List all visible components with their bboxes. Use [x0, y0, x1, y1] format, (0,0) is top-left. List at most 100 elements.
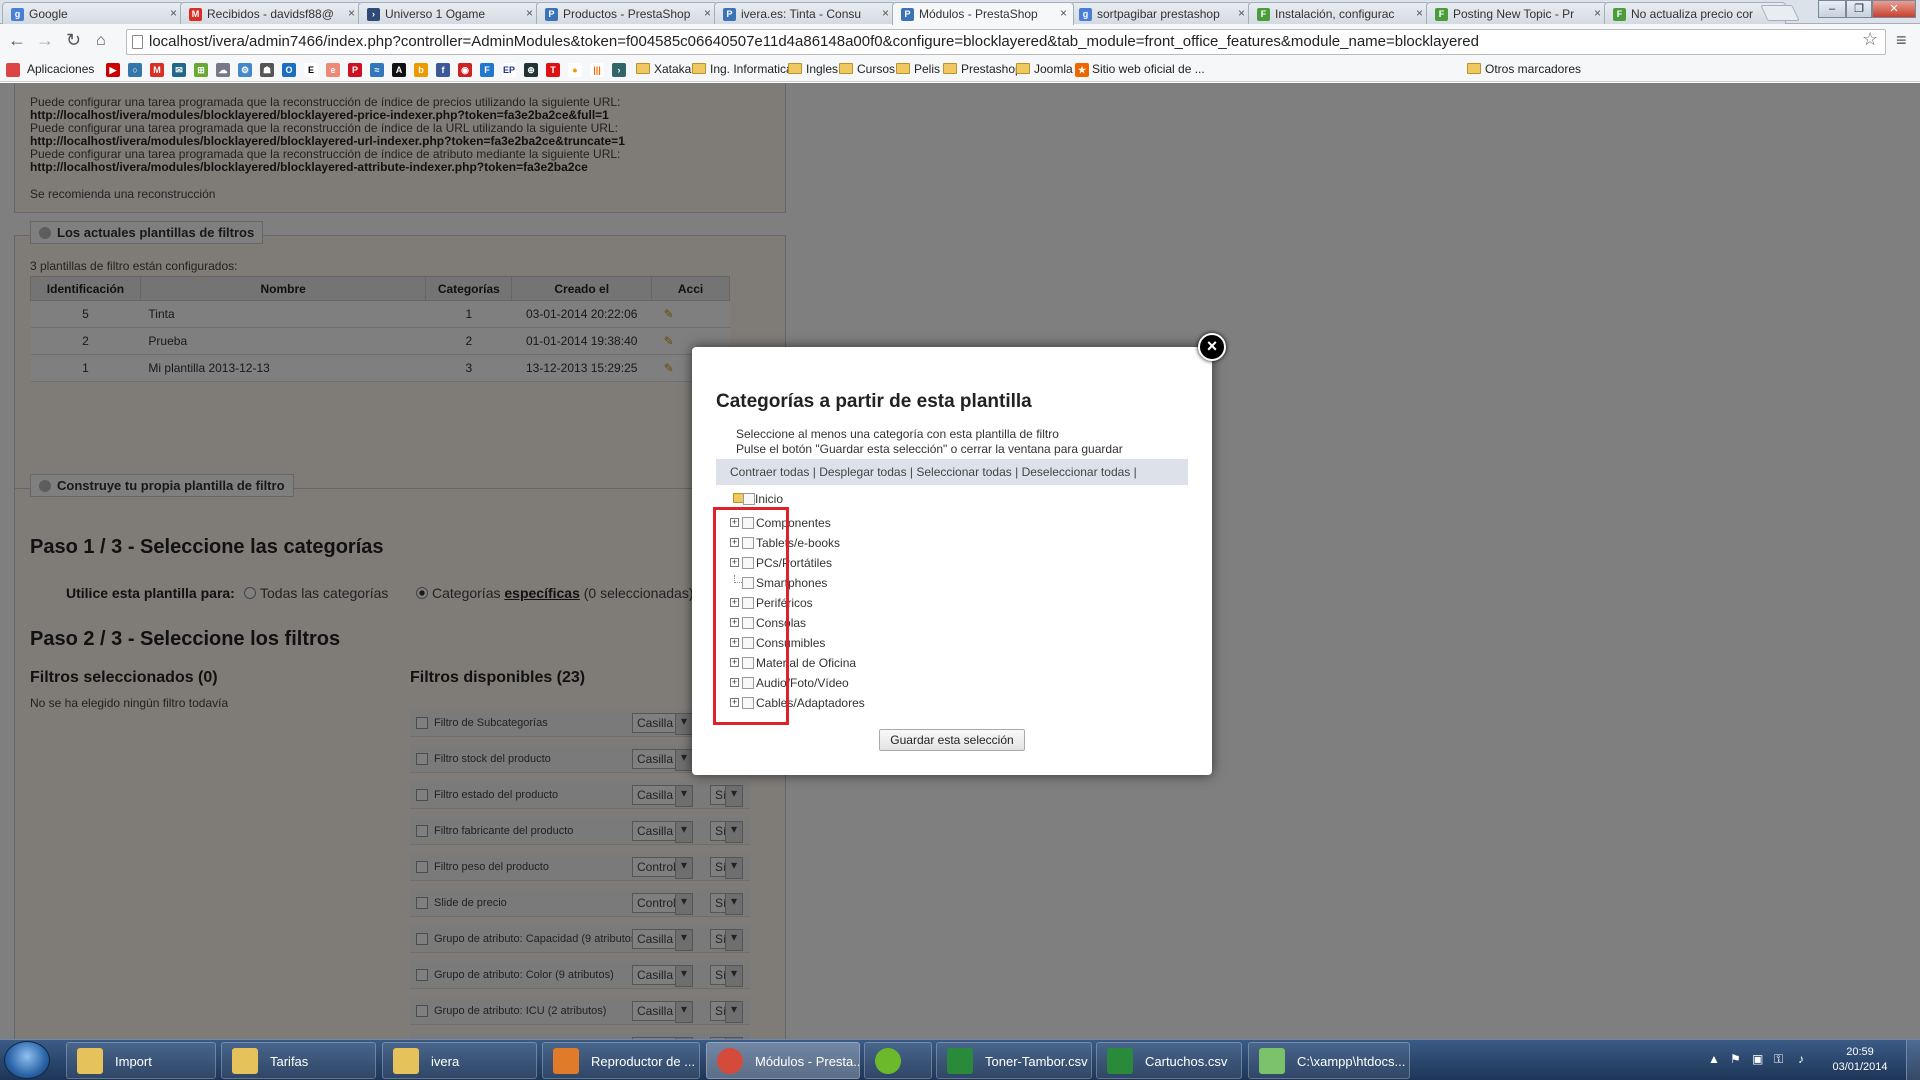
media-player-icon	[553, 1048, 579, 1074]
outlook-icon[interactable]: O	[282, 63, 296, 77]
facebook-icon[interactable]: f	[436, 63, 450, 77]
bookmark-icon[interactable]: e	[326, 63, 340, 77]
tab-close-icon[interactable]: ×	[348, 6, 355, 20]
bookmark-icon[interactable]: ○	[128, 63, 142, 77]
bookmark-icon[interactable]: P	[348, 63, 362, 77]
bookmark-icon[interactable]: A	[392, 63, 406, 77]
forum-icon: F	[1435, 8, 1448, 21]
bookmark-icon[interactable]: b	[414, 63, 428, 77]
tab[interactable]: P Módulos - PrestaShop ×	[892, 2, 1074, 25]
taskbar-item[interactable]: Import	[66, 1042, 216, 1079]
home-icon[interactable]: ⌂	[96, 32, 106, 50]
bookmark-icon[interactable]: E	[304, 63, 318, 77]
forward-icon[interactable]: →	[36, 30, 54, 51]
back-icon[interactable]: ←	[8, 30, 26, 51]
bookmark-icon[interactable]: ✉	[172, 63, 186, 77]
tab[interactable]: P Productos - PrestaShop ×	[536, 2, 718, 24]
bookmark-icon[interactable]: ⚙	[238, 63, 252, 77]
bookmark-icon[interactable]: ☗	[260, 63, 274, 77]
tab[interactable]: FNo actualiza precio cor×	[1604, 2, 1786, 24]
annotation-highlight-box	[713, 507, 789, 725]
tab[interactable]: Pivera.es: Tinta - Consu ×	[714, 2, 896, 24]
bookmark-icon[interactable]: ●	[568, 63, 582, 77]
taskbar: Import Tarifas ivera Reproductor de ... Módu…	[0, 1039, 1920, 1080]
menu-icon[interactable]: ≡	[1896, 30, 1907, 51]
tray-app-icon[interactable]: ▣	[1752, 1052, 1763, 1066]
bookmark-icon[interactable]: ⊞	[194, 63, 208, 77]
bookmark-folder[interactable]: Pelis	[896, 62, 940, 76]
bookmark-icon[interactable]: EP	[502, 63, 516, 77]
taskbar-item[interactable]: Cartuchos.csv	[1096, 1042, 1242, 1079]
action-center-icon[interactable]: ⚑	[1730, 1052, 1741, 1066]
close-window-button[interactable]: ✕	[1872, 0, 1916, 18]
tab-close-icon[interactable]: ×	[1416, 6, 1423, 20]
google-icon: g	[1079, 8, 1092, 21]
show-desktop-button[interactable]	[1906, 1040, 1920, 1080]
tab-close-icon[interactable]: ×	[882, 6, 889, 20]
taskbar-item[interactable]: Toner-Tambor.csv	[936, 1042, 1092, 1079]
taskbar-item[interactable]: Tarifas	[221, 1042, 376, 1079]
tab-title: Google	[29, 7, 68, 21]
minimize-button[interactable]: –	[1818, 0, 1846, 18]
bookmark-icon[interactable]: ★	[1075, 63, 1089, 77]
bookmarks-bar: Aplicaciones ▶ ○ M ✉ ⊞ ☁ ⚙ ☗ O E e P ≈ A…	[0, 58, 1920, 82]
tab-close-icon[interactable]: ×	[704, 6, 711, 20]
address-bar[interactable]: localhost/ivera/admin7466/index.php?cont…	[126, 29, 1886, 55]
start-icon[interactable]	[4, 1041, 50, 1079]
bookmark-icon[interactable]: |||	[590, 63, 604, 77]
clock-date: 03/01/2014	[1832, 1061, 1888, 1073]
taskbar-item[interactable]	[864, 1042, 932, 1079]
tab[interactable]: g sortpagibar prestashop ×	[1070, 2, 1252, 24]
youtube-icon[interactable]: ▶	[106, 63, 120, 77]
close-icon[interactable]: ×	[1198, 333, 1226, 361]
apps-icon[interactable]	[6, 63, 20, 77]
collapse-all-link[interactable]: Contraer todas	[730, 465, 809, 479]
gmail-icon[interactable]: M	[150, 63, 164, 77]
select-all-link[interactable]: Seleccionar todas	[916, 465, 1011, 479]
category-checkbox[interactable]	[743, 493, 755, 505]
taskbar-item[interactable]: ivera	[382, 1042, 537, 1079]
bookmark-site[interactable]: Sitio web oficial de ...	[1092, 62, 1205, 76]
bookmark-icon[interactable]: ›	[612, 63, 626, 77]
bookmark-icon[interactable]: ☁	[216, 63, 230, 77]
reload-icon[interactable]: ↻	[66, 30, 81, 51]
tab-close-icon[interactable]: ×	[1594, 6, 1601, 20]
bookmark-folder[interactable]: Cursos	[839, 62, 895, 76]
tab[interactable]: › Universo 1 Ogame ×	[358, 2, 540, 24]
tab[interactable]: F Posting New Topic - Pr ×	[1426, 2, 1608, 24]
tab-close-icon[interactable]: ×	[1238, 6, 1245, 20]
deselect-all-link[interactable]: Deseleccionar todas	[1022, 465, 1131, 479]
bookmark-icon[interactable]: T	[546, 63, 560, 77]
bookmark-icon[interactable]: ◉	[458, 63, 472, 77]
bookmark-icon[interactable]: ≈	[370, 63, 384, 77]
modal-instruction: Seleccione al menos una categoría con es…	[736, 427, 1059, 441]
clock[interactable]: 20:59 03/01/2014	[1826, 1045, 1894, 1075]
volume-icon[interactable]: ♪	[1798, 1052, 1804, 1066]
taskbar-item[interactable]: Reproductor de ...	[542, 1042, 700, 1079]
tab-close-icon[interactable]: ×	[170, 6, 177, 20]
bookmark-icon[interactable]: ⊕	[524, 63, 538, 77]
maximize-button[interactable]: ❐	[1846, 0, 1872, 18]
prestashop-icon: P	[545, 8, 558, 21]
bookmark-icon[interactable]: F	[480, 63, 494, 77]
tab[interactable]: M Recibidos - davidsf88@ ×	[180, 2, 362, 24]
bookmark-star-icon[interactable]: ☆	[1862, 29, 1878, 50]
tab[interactable]: F Instalación, configurac ×	[1248, 2, 1430, 24]
taskbar-item[interactable]: C:\xampp\htdocs...	[1248, 1042, 1410, 1079]
save-selection-button[interactable]: Guardar esta selección	[879, 729, 1025, 751]
expand-all-link[interactable]: Desplegar todas	[819, 465, 906, 479]
bookmark-folder[interactable]: Prestashop	[943, 62, 1022, 76]
taskbar-item[interactable]: Módulos - Presta...	[706, 1042, 860, 1079]
bookmark-folder[interactable]: Ingles	[788, 62, 838, 76]
bookmark-folder[interactable]: Xataka	[636, 62, 691, 76]
tab-close-icon[interactable]: ×	[1060, 6, 1067, 20]
network-icon[interactable]: ⚿	[1774, 1052, 1783, 1067]
bookmark-other[interactable]: Otros marcadores	[1467, 62, 1581, 76]
bookmark-apps[interactable]: Aplicaciones	[27, 62, 94, 76]
tab[interactable]: g Google ×	[2, 2, 184, 24]
tab-close-icon[interactable]: ×	[526, 6, 533, 20]
bookmark-folder[interactable]: Ing. Informatica	[692, 62, 793, 76]
tray-arrow-icon[interactable]: ▲	[1708, 1052, 1720, 1066]
bookmark-folder[interactable]: Joomla	[1016, 62, 1073, 76]
new-tab-button[interactable]	[1760, 5, 1800, 21]
